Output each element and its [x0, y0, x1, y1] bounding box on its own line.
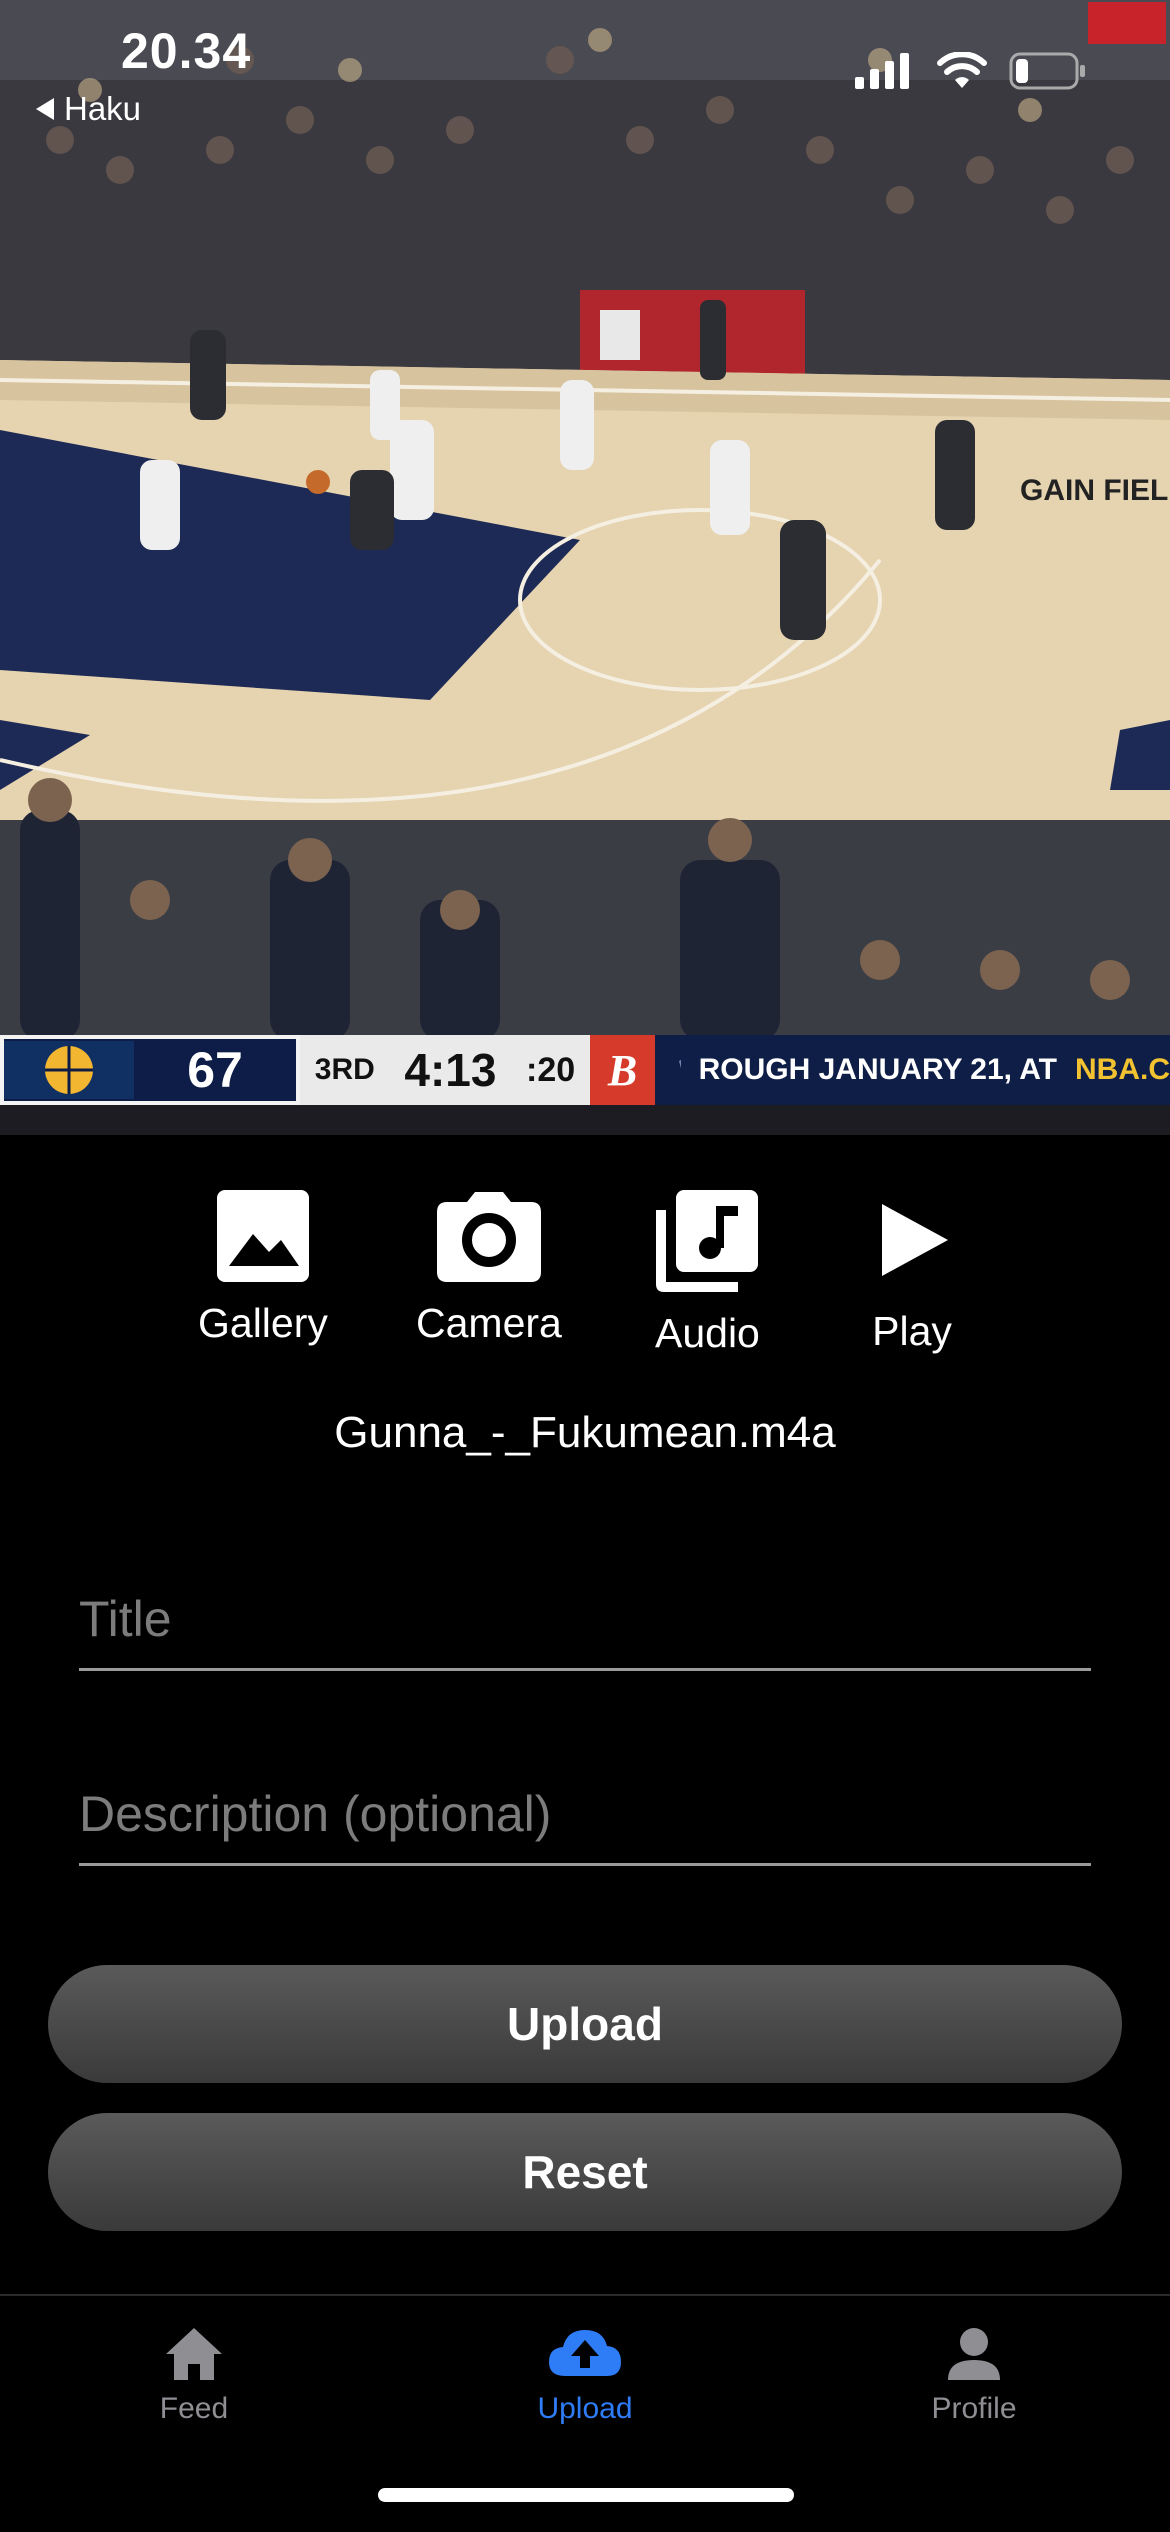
- ticker-text: ROUGH JANUARY 21, AT: [698, 1053, 1057, 1086]
- tab-feed-label: Feed: [159, 2392, 229, 2425]
- camera-button[interactable]: Camera: [416, 1190, 562, 1347]
- tab-upload[interactable]: Upload: [435, 2326, 735, 2426]
- game-clock-panel: 3RD 4:13 :20: [300, 1035, 590, 1105]
- team-score: 67: [187, 1042, 243, 1098]
- wifi-icon: [937, 52, 987, 88]
- title-input[interactable]: [79, 1590, 1091, 1668]
- scoreboard: 67 3RD 4:13 :20 B ROUGH JANUARY 21, AT N…: [0, 1035, 1170, 1105]
- camera-icon: [436, 1192, 541, 1282]
- selected-file-name: Gunna_-_Fukumean.m4a: [334, 1408, 836, 1457]
- battery-icon: [1009, 52, 1085, 90]
- play-button[interactable]: Play: [872, 1190, 952, 1355]
- audio-label: Audio: [655, 1310, 760, 1356]
- arena-sign-text: GAIN FIELD: [1020, 474, 1170, 507]
- play-label: Play: [872, 1308, 952, 1354]
- period-label: 3RD: [314, 1053, 375, 1086]
- person-icon: [948, 2328, 1000, 2380]
- image-icon: [216, 1190, 309, 1282]
- upload-button[interactable]: Upload: [48, 1965, 1122, 2083]
- team-logo-icon: [4, 1041, 134, 1099]
- reset-button[interactable]: Reset: [48, 2113, 1122, 2231]
- sponsor-logo: B: [590, 1035, 655, 1105]
- home-team-panel: 67: [0, 1035, 300, 1105]
- home-icon: [166, 2328, 222, 2380]
- video-preview[interactable]: GAIN FIELD 20.34 Haku: [0, 0, 1170, 1135]
- description-field: [79, 1785, 1091, 1866]
- upload-screen: GAIN FIELD 20.34 Haku: [0, 0, 1170, 2532]
- title-field: [79, 1590, 1091, 1671]
- back-arrow-icon: [36, 98, 54, 120]
- play-icon: [882, 1204, 948, 1276]
- game-clock: 4:13: [404, 1044, 497, 1096]
- gallery-button[interactable]: Gallery: [198, 1190, 328, 1347]
- gallery-label: Gallery: [198, 1300, 328, 1346]
- description-input[interactable]: [79, 1785, 1091, 1863]
- score-ticker: ROUGH JANUARY 21, AT NBA.C: [655, 1035, 1170, 1105]
- home-indicator[interactable]: [378, 2488, 794, 2502]
- cellular-signal-icon: [855, 53, 909, 89]
- tab-upload-label: Upload: [537, 2392, 633, 2425]
- camera-label: Camera: [416, 1300, 562, 1346]
- ticker-brand: NBA.C: [1075, 1053, 1170, 1086]
- status-icons: [855, 52, 1087, 90]
- tab-profile-label: Profile: [931, 2392, 1017, 2425]
- opponent-logo-icon: [679, 1060, 681, 1068]
- audio-button[interactable]: Audio: [655, 1190, 760, 1357]
- back-to-app-button[interactable]: Haku: [36, 90, 141, 128]
- back-app-label: Haku: [64, 90, 142, 127]
- music-library-icon: [656, 1190, 759, 1292]
- cloud-upload-icon: [549, 2330, 621, 2376]
- status-time: 20.34: [121, 23, 252, 79]
- tab-feed[interactable]: Feed: [44, 2326, 344, 2426]
- basketball-scene-image: GAIN FIELD: [0, 0, 1170, 1135]
- tab-profile[interactable]: Profile: [824, 2326, 1124, 2426]
- shot-clock: :20: [526, 1050, 576, 1089]
